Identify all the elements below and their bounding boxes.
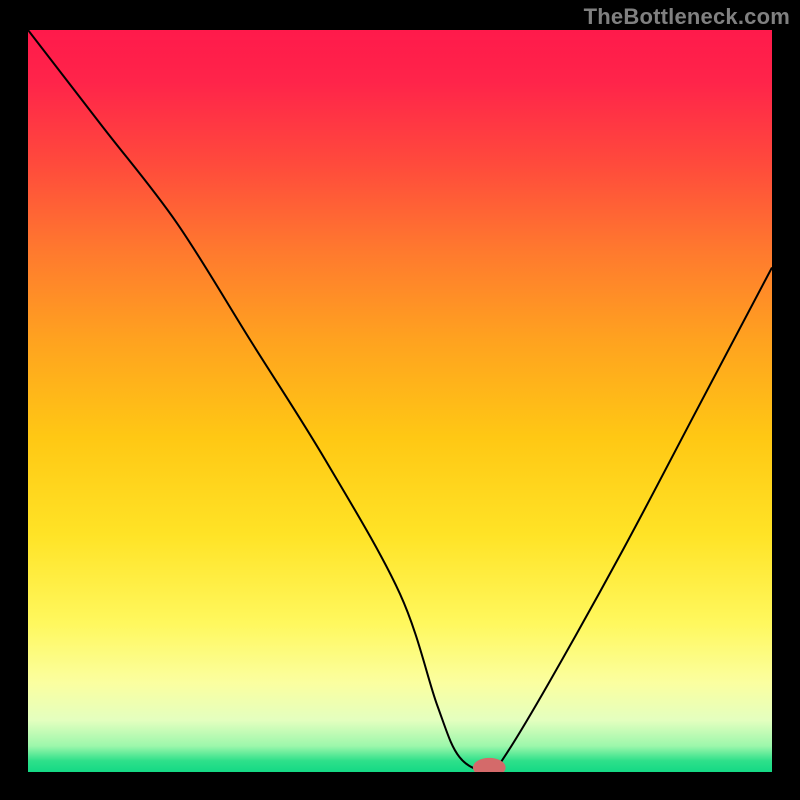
gradient-rect xyxy=(28,30,772,772)
watermark-text: TheBottleneck.com xyxy=(584,4,790,30)
chart-frame: TheBottleneck.com xyxy=(0,0,800,800)
plot-svg xyxy=(28,30,772,772)
bottleneck-plot xyxy=(28,30,772,772)
